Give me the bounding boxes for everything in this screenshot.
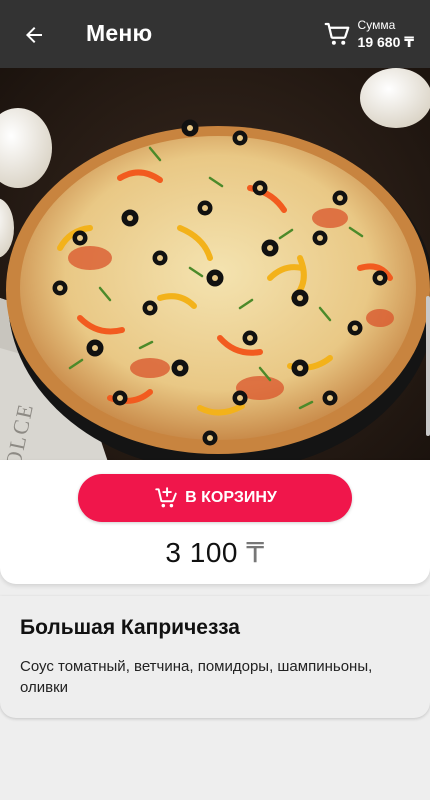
scroll-indicator[interactable] [426,296,430,436]
add-to-cart-button[interactable]: В КОРЗИНУ [78,474,352,522]
arrow-left-icon [26,27,42,43]
back-button[interactable] [18,19,50,51]
price-currency: ₸ [246,537,265,568]
add-to-cart-label: В КОРЗИНУ [185,489,277,506]
page-title: Меню [86,20,153,46]
cart-caption: Сумма [357,18,396,32]
price-value: 3 100 [165,537,238,568]
app-bar: Меню Сумма 19 680 ₸ [0,0,430,68]
product-image: DOLCE [0,68,430,498]
cart-total-button[interactable]: Сумма 19 680 ₸ [322,14,414,54]
cart-icon [324,22,349,45]
pizza-photo: DOLCE [0,68,430,498]
cart-plus-icon [155,487,177,508]
product-description: Соус томатный, ветчина, помидоры, шампин… [20,658,373,696]
product-name: Большая Капричезза [20,616,240,639]
product-price: 3 100 ₸ [0,536,430,569]
cart-summary: Сумма 19 680 ₸ [358,19,414,49]
cart-amount: 19 680 ₸ [357,34,414,50]
